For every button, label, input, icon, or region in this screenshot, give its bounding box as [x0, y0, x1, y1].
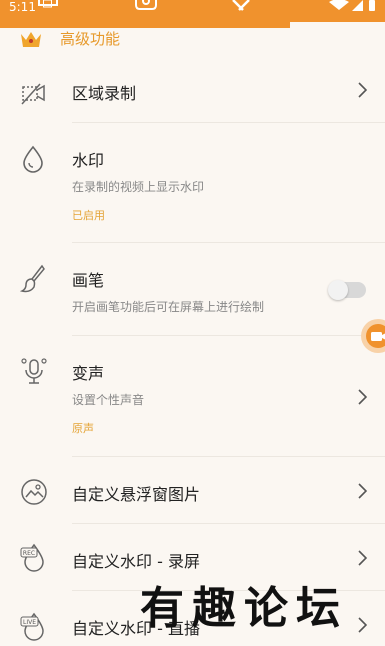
watermark-subtitle: 在录制的视频上显示水印 [72, 180, 205, 194]
watermark-row[interactable]: 水印 在录制的视频上显示水印 已启用 [0, 123, 385, 241]
voice-change-status: 原声 [72, 422, 94, 435]
custom-watermark-record-title: 自定义水印 - 录屏 [72, 552, 200, 571]
status-time: 5:11 [9, 0, 36, 14]
live-badge-text: LIVE [23, 619, 36, 626]
area-record-row[interactable]: 区域录制 [0, 66, 385, 122]
watermark-title: 水印 [72, 151, 105, 170]
rec-drop-icon: REC [20, 543, 44, 572]
chevron-right-icon [358, 550, 367, 566]
voice-change-title: 变声 [72, 364, 105, 383]
camera-icon [366, 324, 385, 348]
image-circle-icon [21, 479, 47, 505]
brush-subtitle: 开启画笔功能后可在屏幕上进行绘制 [72, 300, 265, 314]
chevron-right-icon [358, 483, 367, 499]
area-record-title: 区域录制 [72, 84, 137, 103]
signal-icon [352, 0, 363, 11]
custom-watermark-record-row[interactable]: REC 自定义水印 - 录屏 [0, 524, 385, 590]
section-title: 高级功能 [60, 30, 121, 48]
brush-toggle[interactable] [328, 280, 366, 300]
chevron-right-icon [358, 82, 367, 98]
drop-icon [23, 145, 43, 173]
microphone-icon [21, 358, 47, 384]
tab-camera-icon[interactable] [36, 0, 60, 8]
brush-icon [20, 264, 45, 293]
chevron-right-icon [358, 617, 367, 633]
voice-change-row[interactable]: 变声 设置个性声音 原声 [0, 336, 385, 456]
tab-instagram-icon[interactable] [134, 0, 158, 10]
chevron-right-icon [358, 389, 367, 405]
forum-watermark: 有趣论坛 [140, 583, 348, 634]
brush-title: 画笔 [72, 271, 105, 290]
area-record-icon [21, 83, 45, 105]
toggle-knob [328, 280, 348, 300]
wifi-icon [329, 0, 349, 10]
watermark-status: 已启用 [72, 209, 105, 222]
rec-badge-text: REC [23, 550, 35, 557]
top-bar: 5:11 [0, 0, 385, 28]
custom-float-image-row[interactable]: 自定义悬浮窗图片 [0, 457, 385, 523]
voice-change-subtitle: 设置个性声音 [72, 393, 145, 407]
custom-float-image-title: 自定义悬浮窗图片 [72, 485, 201, 504]
brush-row: 画笔 开启画笔功能后可在屏幕上进行绘制 [0, 243, 385, 335]
section-header: 高级功能 [0, 28, 385, 50]
battery-icon [369, 0, 375, 11]
crown-icon [21, 32, 41, 47]
live-drop-icon: LIVE [20, 612, 44, 641]
tab-tools-icon[interactable] [230, 0, 252, 12]
